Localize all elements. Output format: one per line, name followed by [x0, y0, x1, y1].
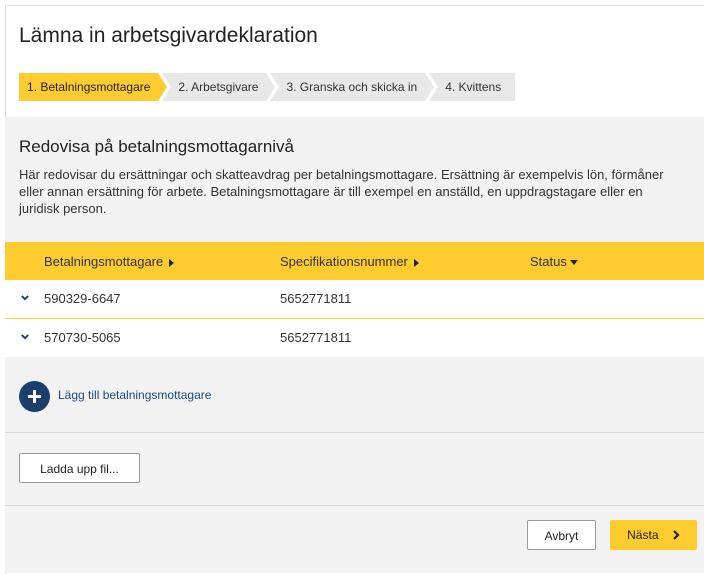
step-3[interactable]: 3. Granska och skicka in — [270, 73, 435, 101]
step-label: 2. Arbetsgivare — [178, 80, 259, 94]
chevron-right-icon — [673, 530, 680, 540]
section-description: Här redovisar du ersättningar och skatte… — [19, 167, 664, 216]
add-recipient-link[interactable]: Lägg till betalningsmottagare — [58, 388, 211, 402]
spec-number: 5652771811 — [280, 291, 352, 306]
step-2[interactable]: 2. Arbetsgivare — [162, 73, 276, 101]
column-header-status[interactable]: Status — [530, 254, 578, 269]
table-row[interactable]: 570730-5065 5652771811 — [5, 319, 704, 358]
stepper: 1. Betalningsmottagare 2. Arbetsgivare 3… — [19, 73, 516, 101]
recipient-id: 590329-6647 — [44, 291, 121, 306]
footer — [5, 506, 704, 573]
table-header: Betalningsmottagare Specifikationsnummer… — [5, 242, 704, 280]
step-label: 3. Granska och skicka in — [286, 80, 418, 94]
upload-file-button[interactable]: Ladda upp fil... — [19, 453, 140, 483]
page-title: Lämna in arbetsgivardeklaration — [19, 24, 318, 47]
table-row[interactable]: 590329-6647 5652771811 — [5, 280, 704, 319]
sort-down-icon — [569, 260, 578, 266]
chevron-down-icon[interactable] — [21, 294, 29, 302]
column-header-spec[interactable]: Specifikationsnummer — [280, 254, 419, 269]
sort-right-icon — [169, 258, 175, 267]
step-label: 4. Kvittens — [445, 80, 502, 94]
step-4[interactable]: 4. Kvittens — [429, 73, 516, 101]
recipient-id: 570730-5065 — [44, 330, 121, 345]
next-button[interactable]: Nästa — [610, 520, 697, 550]
sort-right-icon — [413, 258, 419, 267]
chevron-down-icon[interactable] — [21, 333, 29, 341]
step-1[interactable]: 1. Betalningsmottagare — [19, 73, 168, 101]
cancel-button[interactable]: Avbryt — [527, 520, 596, 550]
add-icon[interactable] — [19, 381, 50, 412]
step-label: 1. Betalningsmottagare — [27, 80, 151, 94]
section-heading: Redovisa på betalningsmottagarnivå — [19, 137, 295, 156]
spec-number: 5652771811 — [280, 330, 352, 345]
column-header-recipient[interactable]: Betalningsmottagare — [44, 254, 175, 269]
next-button-label: Nästa — [627, 528, 659, 542]
